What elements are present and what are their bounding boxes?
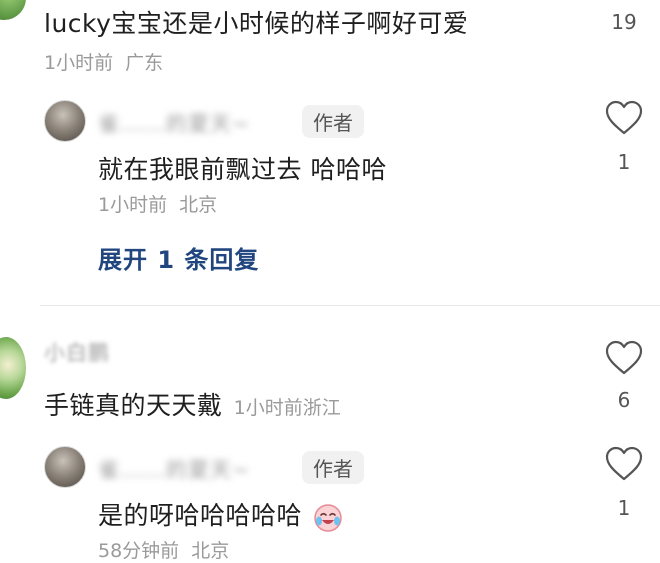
reply-text: 就在我眼前飘过去 哈哈哈 [98,155,387,184]
reply-location: 北京 [191,540,230,562]
like-button[interactable] [604,446,644,482]
comment-time: 1小时前 [233,397,303,419]
reply-meta: 1小时前 北京 [98,190,217,217]
comment-text: 手链真的天天戴 [44,391,223,420]
reply-avatar[interactable] [44,100,86,142]
comment-meta: 1小时前 广东 [44,48,163,75]
reply-time: 58分钟前 [98,540,180,562]
like-count: 1 [617,496,631,520]
like-count: 19 [611,10,637,34]
expand-replies-link[interactable]: 展开 1 条回复 [98,240,259,275]
reply-time: 1小时前 [98,194,168,216]
comment-divider [40,305,660,306]
commenter-username[interactable]: 小白鹏 [44,337,110,367]
reply-text: 是的呀哈哈哈哈哈 [98,501,303,530]
reply-username[interactable]: 雀......的夏天~ [98,108,251,138]
comment-location: 广东 [125,52,164,74]
heart-outline-icon [605,340,643,375]
like-count: 1 [617,150,631,174]
like-button[interactable] [604,340,644,376]
heart-outline-icon [605,446,643,481]
commenter-avatar[interactable] [0,337,26,399]
reply-avatar[interactable] [44,446,86,488]
comment-location: 浙江 [302,397,341,419]
reply-username[interactable]: 雀......的夏天~ [98,454,251,484]
comment-time: 1小时前 [44,52,114,74]
crying-laughing-emoji [313,503,343,537]
comment-text: lucky宝宝还是小时候的样子啊好可爱 [44,9,469,38]
commenter-avatar[interactable] [0,0,26,20]
reply-location: 北京 [179,194,218,216]
author-badge: 作者 [302,105,364,138]
like-button[interactable] [604,100,644,136]
author-badge: 作者 [302,451,364,484]
reply-line: 是的呀哈哈哈哈哈 [98,496,343,537]
heart-outline-icon [605,100,643,135]
reply-meta: 58分钟前 北京 [98,536,229,563]
like-count: 6 [617,388,631,412]
comment-line: 手链真的天天戴 1小时前浙江 [44,386,341,422]
